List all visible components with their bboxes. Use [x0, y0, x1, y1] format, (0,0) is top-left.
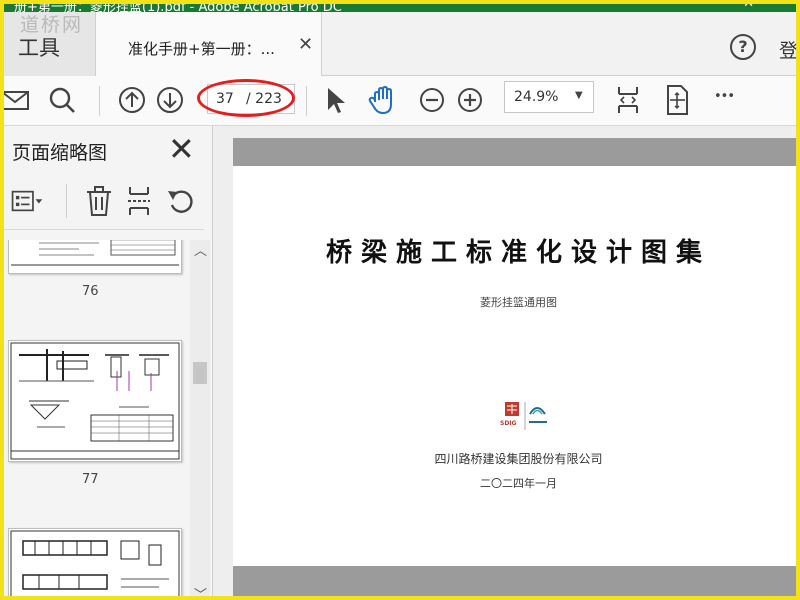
trash-icon[interactable] — [82, 184, 116, 218]
toolbar-separator — [99, 86, 100, 116]
thumbnail-toolbar — [4, 174, 204, 230]
zoom-out-icon[interactable] — [414, 82, 450, 118]
zoom-value: 24.9% — [514, 89, 559, 105]
page-gray-band-top — [233, 138, 796, 166]
thumbnail-page-number: 77 — [82, 472, 99, 487]
thumbnail-page-76[interactable] — [8, 240, 182, 274]
document-company: 四川路桥建设集团股份有限公司 — [434, 452, 603, 466]
tab-bar: 工具 准化手册+第一册：... ✕ ? 登 — [4, 12, 796, 77]
hand-tool-icon[interactable] — [365, 82, 401, 118]
thumbnail-toolbar-separator — [66, 184, 67, 218]
zoom-in-icon[interactable] — [452, 82, 488, 118]
page-down-icon[interactable] — [152, 82, 188, 118]
more-icon[interactable]: ••• — [714, 89, 735, 104]
close-icon[interactable]: ✕ — [168, 130, 195, 168]
thumbnail-drawing — [10, 342, 180, 460]
thumbnail-list: 76 77 — [4, 240, 190, 596]
title-bar: 册+第一册：菱形挂篮(1).pdf - Adobe Acrobat Pro DC… — [4, 4, 796, 12]
page-total: / 223 — [246, 91, 282, 107]
document-view[interactable]: 桥梁施工标准化设计图集 菱形挂篮通用图 SDIG 四川路桥建设集团股份有限公司 … — [213, 126, 796, 596]
scroll-down-icon[interactable]: ﹀ — [194, 584, 207, 596]
document-title: 桥梁施工标准化设计图集 — [325, 238, 711, 268]
insert-page-icon[interactable] — [122, 184, 156, 218]
toolbar-separator — [306, 86, 307, 116]
thumbnail-scrollbar[interactable]: ︿ ﹀ — [190, 240, 210, 596]
page-number-input[interactable]: 37 — [216, 91, 234, 107]
company-logo — [505, 402, 547, 430]
scrollbar-thumb[interactable] — [193, 362, 207, 384]
window-close-button[interactable]: ✕ — [743, 4, 754, 11]
tab-document-label: 准化手册+第一册：... — [128, 40, 275, 58]
toolbar: 37 / 223 24.9% ▼ ••• — [4, 76, 796, 126]
thumbnail-page-77[interactable] — [8, 340, 182, 462]
page-number-box[interactable]: 37 / 223 — [207, 84, 295, 114]
tab-document[interactable]: 准化手册+第一册：... ✕ — [96, 12, 322, 77]
watermark: 道桥网 — [20, 14, 84, 36]
scroll-mode-icon[interactable] — [659, 82, 695, 118]
thumbnail-drawing — [10, 530, 180, 596]
thumbnail-page-number: 76 — [82, 284, 99, 299]
thumbnail-page-78[interactable] — [8, 528, 182, 596]
search-icon[interactable] — [44, 82, 80, 118]
thumbnail-pane-title: 页面缩略图 — [12, 142, 108, 164]
mail-icon[interactable] — [0, 82, 32, 118]
document-date: 二〇二四年一月 — [480, 477, 557, 490]
login-button[interactable]: 登 — [779, 36, 796, 63]
app-window: 册+第一册：菱形挂篮(1).pdf - Adobe Acrobat Pro DC… — [0, 0, 800, 600]
chevron-down-icon[interactable]: ▼ — [575, 90, 583, 101]
scroll-up-icon[interactable]: ︿ — [194, 240, 207, 259]
logo-text: SDIG — [500, 420, 517, 427]
thumbnail-drawing — [11, 240, 179, 266]
page-gray-band-bottom — [233, 566, 796, 596]
select-arrow-icon[interactable] — [318, 82, 354, 118]
fit-page-icon[interactable] — [610, 82, 646, 118]
zoom-select[interactable]: 24.9% ▼ — [504, 81, 594, 113]
thumbnail-pane: 页面缩略图 ✕ 76 77 ︿ ﹀ — [4, 126, 213, 596]
document-subtitle: 菱形挂篮通用图 — [480, 296, 557, 309]
undo-icon[interactable] — [164, 184, 198, 218]
pdf-page: 桥梁施工标准化设计图集 菱形挂篮通用图 SDIG 四川路桥建设集团股份有限公司 … — [233, 138, 796, 596]
thumbnail-options-icon[interactable] — [10, 184, 44, 218]
help-icon[interactable]: ? — [730, 34, 756, 60]
tab-close-icon[interactable]: ✕ — [298, 34, 313, 55]
page-up-icon[interactable] — [114, 82, 150, 118]
